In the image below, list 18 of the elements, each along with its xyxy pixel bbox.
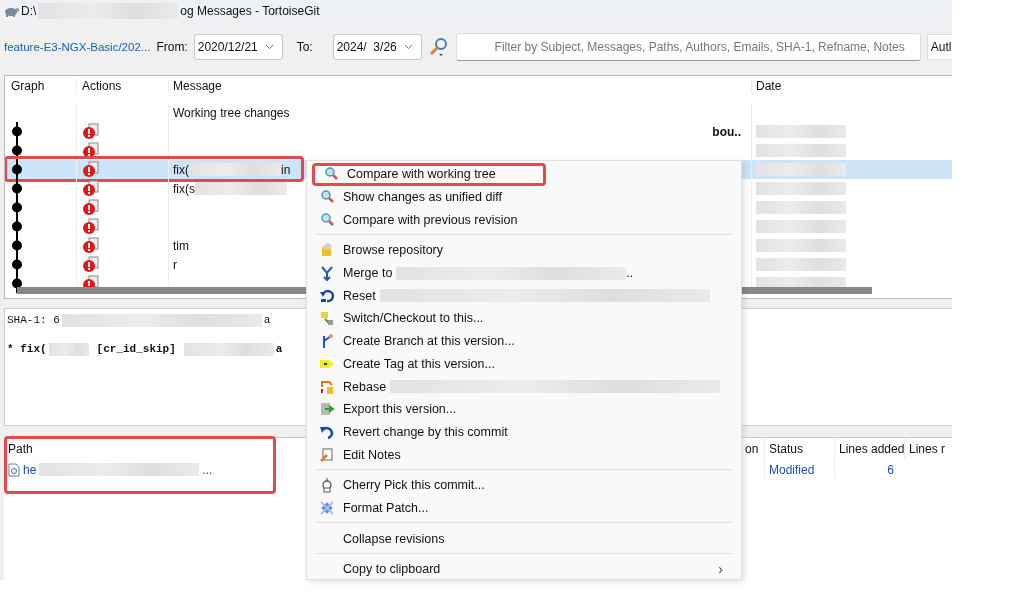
commit-message: in xyxy=(281,162,291,177)
commit-message: bou.. xyxy=(712,124,741,139)
subject-text: * fix( xyxy=(7,343,47,355)
sha-text: SHA-1: 6 xyxy=(7,314,60,326)
status-text: Modified xyxy=(764,460,834,479)
commit-message: fix(s xyxy=(173,181,195,196)
subject-text: a xyxy=(275,343,283,355)
window-title: og Messages - TortoiseGit xyxy=(180,4,320,18)
commit-message: r xyxy=(173,257,177,272)
commit-message: tim xyxy=(173,238,189,253)
to-label: To: xyxy=(296,40,313,54)
commit-message: fix( xyxy=(173,162,189,177)
from-label: From: xyxy=(156,40,188,54)
sha-text: a xyxy=(263,314,271,326)
lines-added: 6 xyxy=(834,460,904,479)
subject-text: [cr_id_skip] xyxy=(96,343,176,355)
window-title: D:\ xyxy=(21,4,37,18)
commit-message: Working tree changes xyxy=(173,105,290,120)
